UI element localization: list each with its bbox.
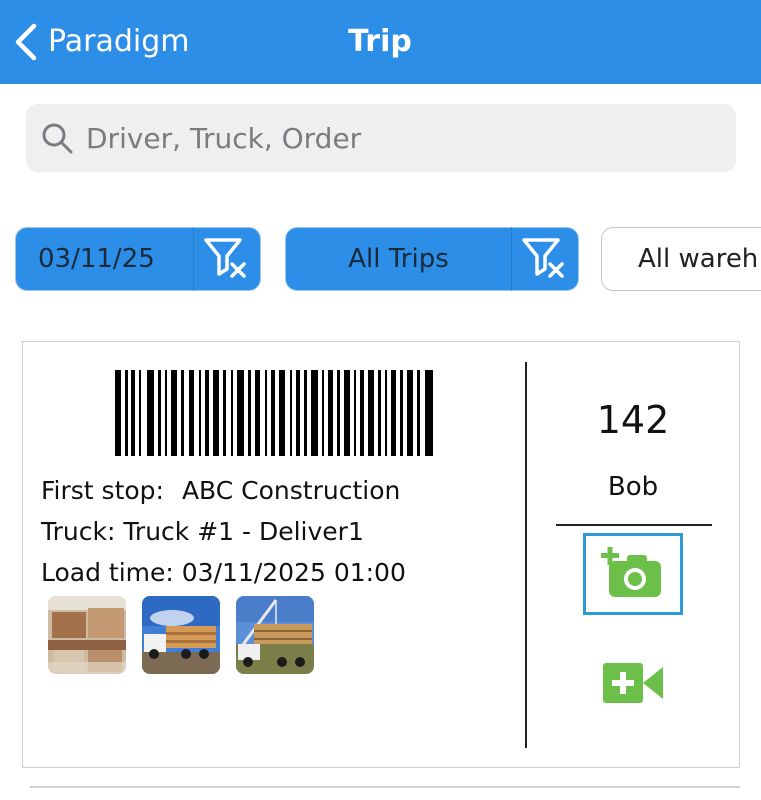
back-label: Paradigm [48,24,190,59]
page-title: Trip [348,24,412,59]
load-time-label: Load time: [41,558,174,587]
trip-card[interactable]: First stop: ABC Construction Truck: Truc… [22,341,740,768]
filter-clear-icon[interactable] [512,227,578,291]
filter-bar: 03/11/25 All Trips All wareh [0,226,761,294]
photo-thumbnail[interactable] [48,596,126,674]
photo-thumbnail[interactable] [142,596,220,674]
card-divider [525,362,527,748]
driver-name: Bob [607,472,659,502]
add-photo-button[interactable] [583,533,683,615]
trip-barcode [115,370,433,456]
driver-divider [556,524,712,526]
trip-filter-label: All Trips [348,244,449,274]
nav-bar: Paradigm Trip [0,0,761,84]
load-time-line: Load time: 03/11/2025 01:00 [41,552,406,593]
load-time-value: 03/11/2025 01:00 [181,558,406,587]
add-video-button[interactable] [603,660,665,706]
trip-filter-chip[interactable]: All Trips [285,227,579,291]
trip-details: First stop: ABC Construction Truck: Truc… [41,470,406,593]
first-stop-value: ABC Construction [181,476,401,505]
photo-thumbnail[interactable] [236,596,314,674]
trip-number: 142 [596,398,670,442]
back-button[interactable]: Paradigm [14,22,190,62]
truck-value: Truck #1 - Deliver1 [123,517,364,546]
warehouse-filter-chip[interactable]: All wareh [601,227,761,291]
date-filter-chip[interactable]: 03/11/25 [15,227,261,291]
truck-line: Truck: Truck #1 - Deliver1 [41,511,406,552]
photo-thumbnails [48,596,314,674]
add-photo-camera-icon [601,547,661,597]
truck-label: Truck: [41,517,116,546]
search-icon [40,121,74,155]
filter-clear-icon[interactable] [194,227,260,291]
date-filter-label: 03/11/25 [38,244,155,274]
add-video-camera-icon [603,663,663,703]
first-stop-line: First stop: ABC Construction [41,470,406,511]
search-bar[interactable] [26,104,736,172]
next-card-edge [30,786,740,788]
search-input[interactable] [84,120,708,156]
chevron-left-icon [15,23,37,61]
first-stop-label: First stop: [41,476,164,505]
warehouse-filter-label: All wareh [638,244,759,274]
